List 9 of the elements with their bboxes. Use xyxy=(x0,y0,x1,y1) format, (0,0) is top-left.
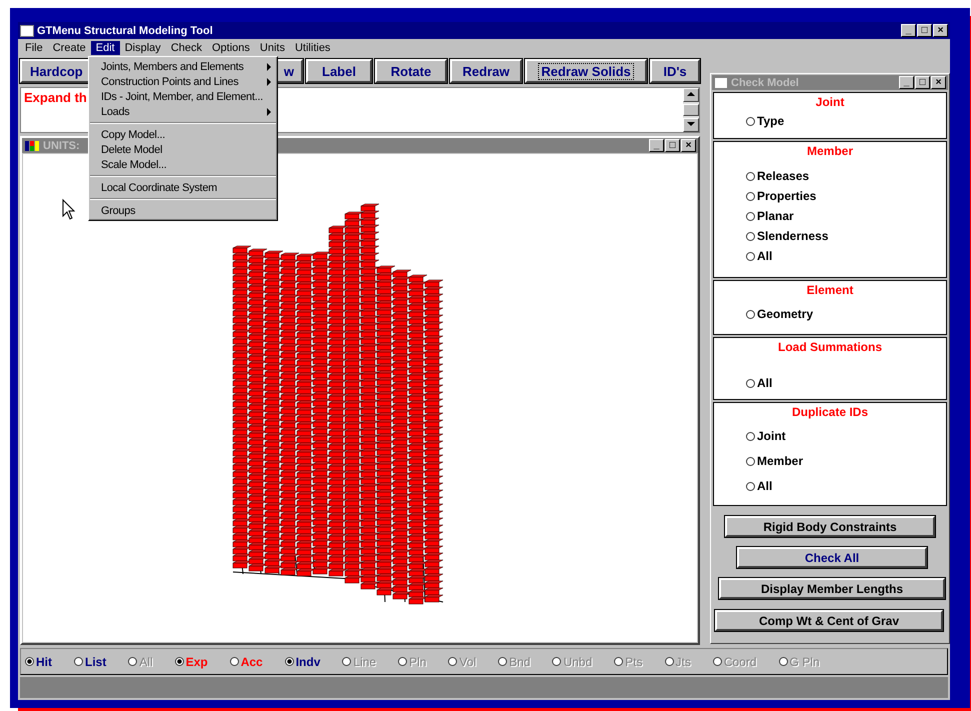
section-heading: Joint xyxy=(814,94,846,109)
section-heading: Member xyxy=(806,143,854,158)
units-title: UNITS: xyxy=(43,140,80,152)
section-heading: Element xyxy=(806,282,854,297)
window-title: GTMenu Structural Modeling Tool xyxy=(37,24,214,36)
message-text: Expand th xyxy=(23,89,88,107)
section-heading: Duplicate IDs xyxy=(790,404,870,419)
section-heading: Load Summations xyxy=(776,339,883,354)
check-model-title: Check Model xyxy=(731,76,799,88)
